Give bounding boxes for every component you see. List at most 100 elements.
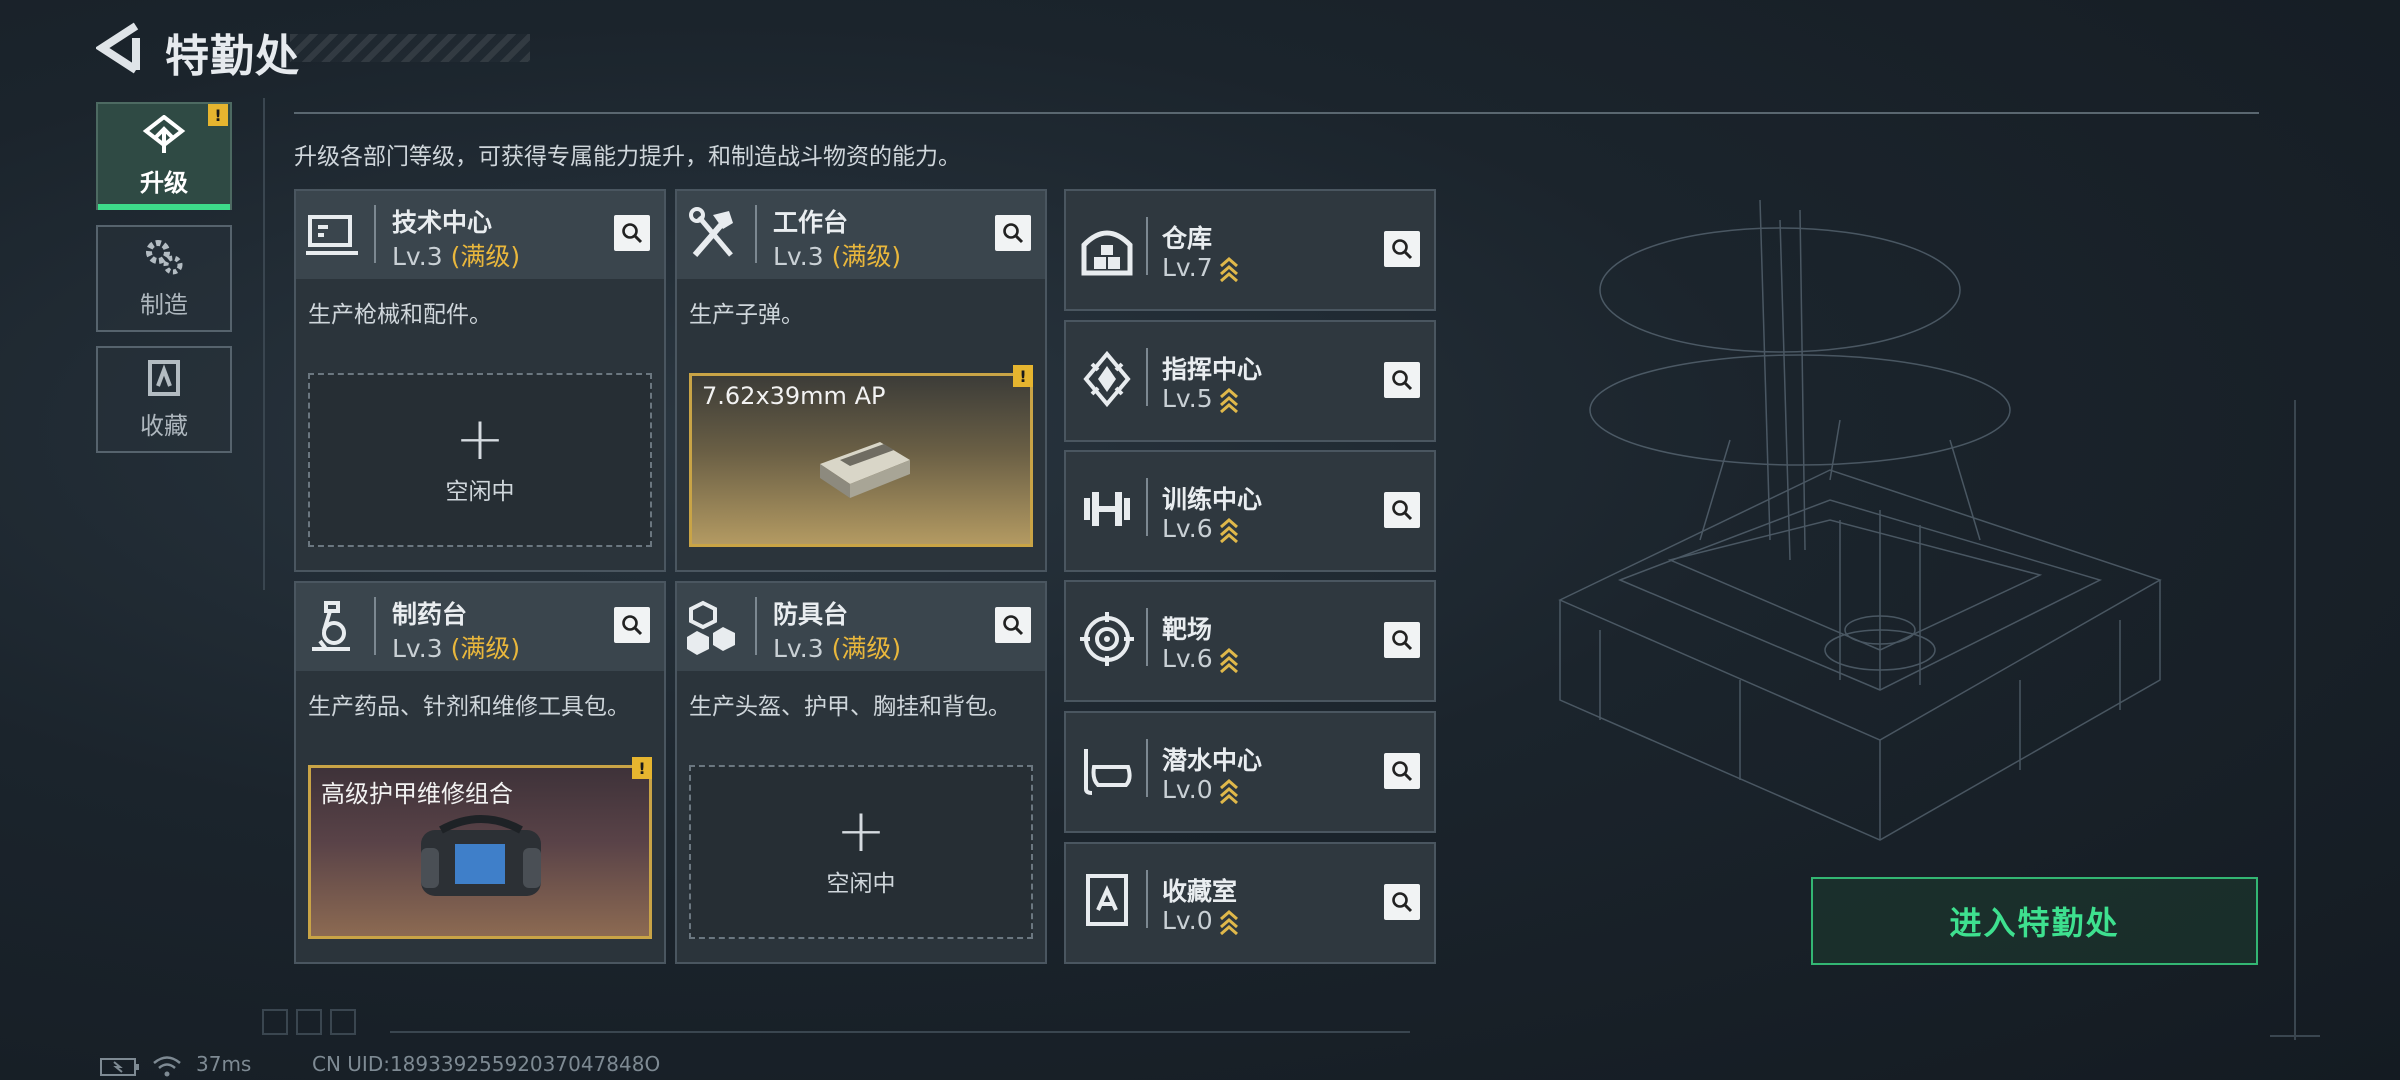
level-value: Lv.3	[392, 634, 443, 663]
tools-icon	[689, 207, 733, 257]
level-value: Lv.0	[1162, 775, 1213, 804]
magnifier-icon	[1392, 370, 1413, 391]
inspect-button[interactable]	[614, 215, 650, 251]
workshop-description: 生产头盔、护甲、胸挂和背包。	[689, 694, 1011, 720]
level-value: Lv.6	[1162, 644, 1213, 673]
inspect-button[interactable]	[1384, 492, 1420, 528]
intro-text: 升级各部门等级，可获得专属能力提升，和制造战斗物资的能力。	[294, 144, 961, 170]
workshop-description: 生产药品、针剂和维修工具包。	[308, 694, 630, 720]
workshop-card-workbench[interactable]: 工作台 Lv.3 (满级) 生产子弹。 7.62x39mm AP !	[675, 189, 1047, 572]
upgrade-chevron-icon	[1219, 257, 1238, 282]
card-separator	[755, 205, 757, 263]
card-separator	[1146, 739, 1148, 797]
workshop-name: 工作台	[773, 208, 849, 237]
workshop-level: Lv.3 (满级)	[773, 237, 901, 273]
level-value: Lv.3	[773, 634, 824, 663]
magnifier-icon	[1003, 223, 1024, 244]
production-slot-idle[interactable]: + 空闲中	[689, 765, 1033, 939]
max-level-label: (满级)	[831, 634, 902, 663]
cubes-icon	[687, 600, 735, 655]
facility-card-collection-room[interactable]: 收藏室 Lv.0	[1064, 842, 1436, 964]
add-icon: +	[835, 796, 887, 866]
facility-card-command-center[interactable]: 指挥中心 Lv.5	[1064, 320, 1436, 442]
level-value: Lv.6	[1162, 514, 1213, 543]
magnifier-icon	[1392, 761, 1413, 782]
item-name: 高级护甲维修组合	[321, 780, 513, 808]
back-arrow-icon[interactable]	[96, 22, 146, 74]
gears-icon	[146, 240, 183, 275]
facility-name: 仓库	[1162, 224, 1213, 253]
repair-kit-bag-image	[421, 815, 541, 896]
upgrade-alert-badge: !	[208, 104, 228, 126]
inspect-button[interactable]	[1384, 362, 1420, 398]
facility-level: Lv.6	[1162, 644, 1239, 673]
enter-special-ops-button[interactable]: 进入特勤处	[1811, 877, 2258, 965]
card-separator	[1146, 870, 1148, 928]
command-icon	[1083, 350, 1131, 408]
level-value: Lv.3	[392, 242, 443, 271]
ammo-box-image	[820, 442, 910, 498]
microscope-icon	[312, 601, 350, 651]
card-separator	[1146, 478, 1148, 536]
slot-alert-badge: !	[1013, 365, 1033, 387]
inspect-button[interactable]	[1384, 622, 1420, 658]
level-value: Lv.0	[1162, 906, 1213, 935]
magnifier-icon	[1392, 239, 1413, 260]
facility-level: Lv.7	[1162, 253, 1239, 282]
magnifier-icon	[622, 615, 643, 636]
nav-tab-craft[interactable]: 制造	[96, 225, 232, 332]
production-slot-idle[interactable]: + 空闲中	[308, 373, 652, 547]
slot-alert-badge: !	[632, 757, 652, 779]
card-separator	[1146, 608, 1148, 666]
workshop-description: 生产枪械和配件。	[308, 302, 492, 328]
idle-label: 空闲中	[826, 871, 896, 897]
facility-card-training-center[interactable]: 训练中心 Lv.6	[1064, 450, 1436, 572]
top-divider	[294, 112, 2259, 114]
wifi-icon	[153, 1056, 181, 1077]
facility-name: 靶场	[1162, 615, 1213, 644]
workshop-name: 制药台	[392, 600, 468, 629]
card-separator	[374, 205, 376, 263]
title-decoration	[290, 34, 530, 62]
facility-card-warehouse[interactable]: 仓库 Lv.7	[1064, 189, 1436, 311]
level-value: Lv.3	[773, 242, 824, 271]
workshop-card-pharmacy[interactable]: 制药台 Lv.3 (满级) 生产药品、针剂和维修工具包。 高级护甲维修组合 !	[294, 581, 666, 964]
production-slot-item[interactable]: 7.62x39mm AP	[689, 373, 1033, 547]
upgrade-chevron-icon	[1219, 910, 1238, 935]
nav-label-craft: 制造	[140, 291, 188, 319]
upgrade-chevron-icon	[1219, 648, 1238, 673]
inspect-button[interactable]	[995, 607, 1031, 643]
inspect-button[interactable]	[1384, 753, 1420, 789]
workshop-level: Lv.3 (满级)	[773, 629, 901, 665]
facility-card-diving-center[interactable]: 潜水中心 Lv.0	[1064, 711, 1436, 833]
upgrade-chevron-icon	[1219, 388, 1238, 413]
facility-name: 训练中心	[1162, 485, 1263, 514]
facility-name: 收藏室	[1162, 877, 1238, 906]
workshop-card-tech-center[interactable]: 技术中心 Lv.3 (满级) 生产枪械和配件。 + 空闲中	[294, 189, 666, 572]
facility-level: Lv.5	[1162, 384, 1239, 413]
card-separator	[1146, 217, 1148, 275]
card-separator	[755, 597, 757, 655]
inspect-button[interactable]	[614, 607, 650, 643]
workshop-card-armor-bench[interactable]: 防具台 Lv.3 (满级) 生产头盔、护甲、胸挂和背包。 + 空闲中	[675, 581, 1047, 964]
facility-level: Lv.0	[1162, 775, 1239, 804]
inspect-button[interactable]	[995, 215, 1031, 251]
production-slot-item[interactable]: 高级护甲维修组合	[308, 765, 652, 939]
magnifier-icon	[1392, 500, 1413, 521]
ping-readout: 37ms	[196, 1052, 252, 1076]
upgrade-chevron-icon	[1219, 518, 1238, 543]
max-level-label: (满级)	[450, 242, 521, 271]
magnifier-icon	[1392, 892, 1413, 913]
card-separator	[1146, 348, 1148, 406]
add-icon: +	[454, 404, 506, 474]
nav-label-upgrade: 升级	[140, 168, 188, 197]
nav-tab-upgrade[interactable]: 升级 !	[96, 102, 232, 210]
idle-label: 空闲中	[445, 479, 515, 505]
facility-name: 指挥中心	[1162, 355, 1263, 384]
inspect-button[interactable]	[1384, 231, 1420, 267]
facility-card-shooting-range[interactable]: 靶场 Lv.6	[1064, 580, 1436, 702]
nav-tab-collection[interactable]: 收藏	[96, 346, 232, 453]
facility-level: Lv.6	[1162, 514, 1239, 543]
inspect-button[interactable]	[1384, 884, 1420, 920]
page-title: 特勤处	[165, 31, 300, 82]
